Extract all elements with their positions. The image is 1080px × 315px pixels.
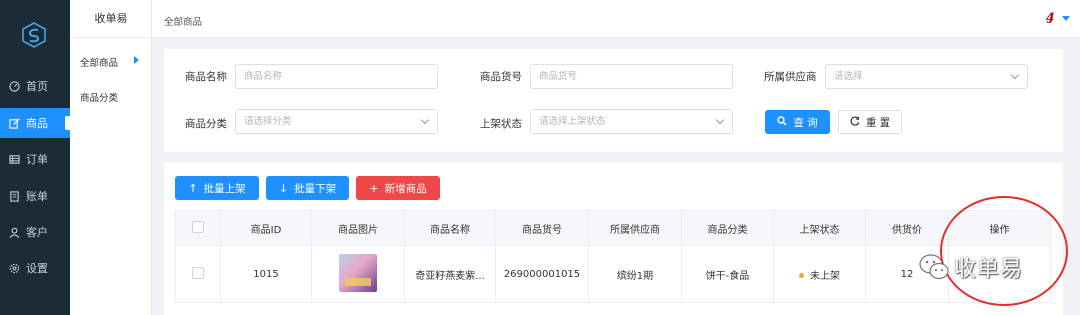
arrow-down-icon: ↓ [278,181,289,195]
chevron-down-icon [420,115,430,125]
column-header: 商品图片 [311,210,405,246]
nav-item-products[interactable]: 商品 [0,108,70,138]
product-name-cell: 奇亚籽燕麦紫... [404,245,496,303]
batch-list-button[interactable]: ↑ 批量上架 [175,176,259,200]
supplier-cell: 缤纷1期 [588,245,682,303]
reset-button-label: 重 置 [865,116,891,129]
chevron-down-icon[interactable] [1062,16,1070,21]
table-header-row: 商品ID 商品图片 商品名称 商品货号 所属供应商 商品分类 上架状态 供货价 … [175,210,1051,246]
watermark-text: 收单易 [954,257,1024,282]
query-button[interactable]: 查 询 [765,110,830,134]
status-dot-icon [799,273,804,278]
supplier-select-placeholder: 请选择 [834,71,863,82]
nav-item-label: 客户 [26,226,48,239]
chevron-down-icon [715,115,725,125]
batch-list-label: 批量上架 [203,182,246,195]
bill-icon [8,190,20,202]
top-bar: 全部商品 ꜭ [152,0,1080,38]
column-header: 供货价 [865,210,949,246]
supplier-label: 所属供应商 [764,71,817,83]
category-label: 商品分类 [185,118,227,130]
shelf-status-select-placeholder: 请选择上架状态 [539,116,606,127]
product-table-card: ↑ 批量上架 ↓ 批量下架 + 新增商品 商品ID 商品图片 商品名称 商品货号… [164,163,1063,315]
nav-item-home[interactable]: 首页 [0,71,70,101]
chevron-down-icon [1010,70,1020,80]
column-header: 操作 [948,210,1051,246]
column-header: 商品ID [220,210,312,246]
add-product-button[interactable]: + 新增商品 [356,176,440,200]
dashboard-icon [8,80,20,92]
status-cell: 未上架 [773,245,866,303]
product-sku-label: 商品货号 [480,71,522,83]
row-checkbox[interactable] [192,266,204,279]
product-sku-input[interactable]: 商品货号 [530,64,733,89]
product-thumbnail[interactable] [339,253,377,292]
submenu-item-categories[interactable]: 商品分类 [80,90,118,104]
status-text: 未上架 [810,270,840,282]
shelf-status-select[interactable]: 请选择上架状态 [530,109,733,134]
breadcrumb: 全部商品 [164,17,203,28]
refresh-icon [850,116,860,129]
batch-delist-label: 批量下架 [294,182,337,195]
nav-item-orders[interactable]: 订单 [0,144,70,174]
reset-button[interactable]: 重 置 [838,110,902,134]
column-header: 上架状态 [773,210,866,246]
caret-right-icon [134,56,139,64]
app-logo-icon [22,22,46,48]
settings-icon [8,262,20,274]
main-nav: 首页 商品 订单 账单 客户 设置 [0,0,70,315]
product-name-input[interactable]: 商品名称 [235,64,438,89]
user-avatar[interactable]: ꜭ [1046,8,1054,24]
product-name-label: 商品名称 [185,71,227,83]
product-sku-cell: 269000001015 [495,245,589,303]
row-select-cell[interactable] [175,245,221,303]
nav-item-bills[interactable]: 账单 [0,181,70,211]
wechat-icon [919,254,949,280]
select-all-checkbox[interactable] [192,220,204,233]
product-image-cell [311,245,405,303]
watermark: 收单易 [918,251,1023,283]
list-icon [8,153,20,165]
arrow-up-icon: ↑ [188,181,198,195]
nav-item-label: 订单 [26,153,48,166]
query-button-label: 查 询 [793,116,818,129]
nav-item-label: 商品 [26,117,48,130]
submenu-item-all-products[interactable]: 全部商品 [80,55,118,69]
nav-item-settings[interactable]: 设置 [0,253,70,283]
column-header: 商品名称 [404,210,496,246]
nav-item-customers[interactable]: 客户 [0,217,70,247]
column-header: 商品货号 [495,210,589,246]
select-all-cell[interactable] [175,210,221,246]
add-product-label: 新增商品 [384,182,427,195]
nav-item-label: 首页 [26,80,48,93]
plus-icon: + [369,181,379,195]
column-header: 所属供应商 [588,210,682,246]
nav-item-label: 设置 [26,262,48,275]
sub-menu: 收单易 全部商品 商品分类 [70,0,152,315]
product-name-text: 奇亚籽燕麦紫... [415,270,485,282]
column-header: 商品分类 [681,210,774,246]
user-icon [8,226,20,238]
submenu-title: 收单易 [70,0,152,38]
shelf-status-label: 上架状态 [480,118,522,130]
supplier-select[interactable]: 请选择 [825,64,1028,89]
batch-delist-button[interactable]: ↓ 批量下架 [266,176,349,200]
category-select-placeholder: 请选择分类 [244,116,292,127]
edit-icon [8,117,20,129]
search-icon [777,115,787,129]
nav-item-label: 账单 [26,190,48,203]
filter-panel: 商品名称 商品名称 商品货号 商品货号 所属供应商 请选择 商品分类 请选择分类… [164,49,1063,152]
product-id-cell: 1015 [220,245,312,303]
category-select[interactable]: 请选择分类 [235,109,438,134]
category-cell: 饼干-食品 [681,245,774,303]
